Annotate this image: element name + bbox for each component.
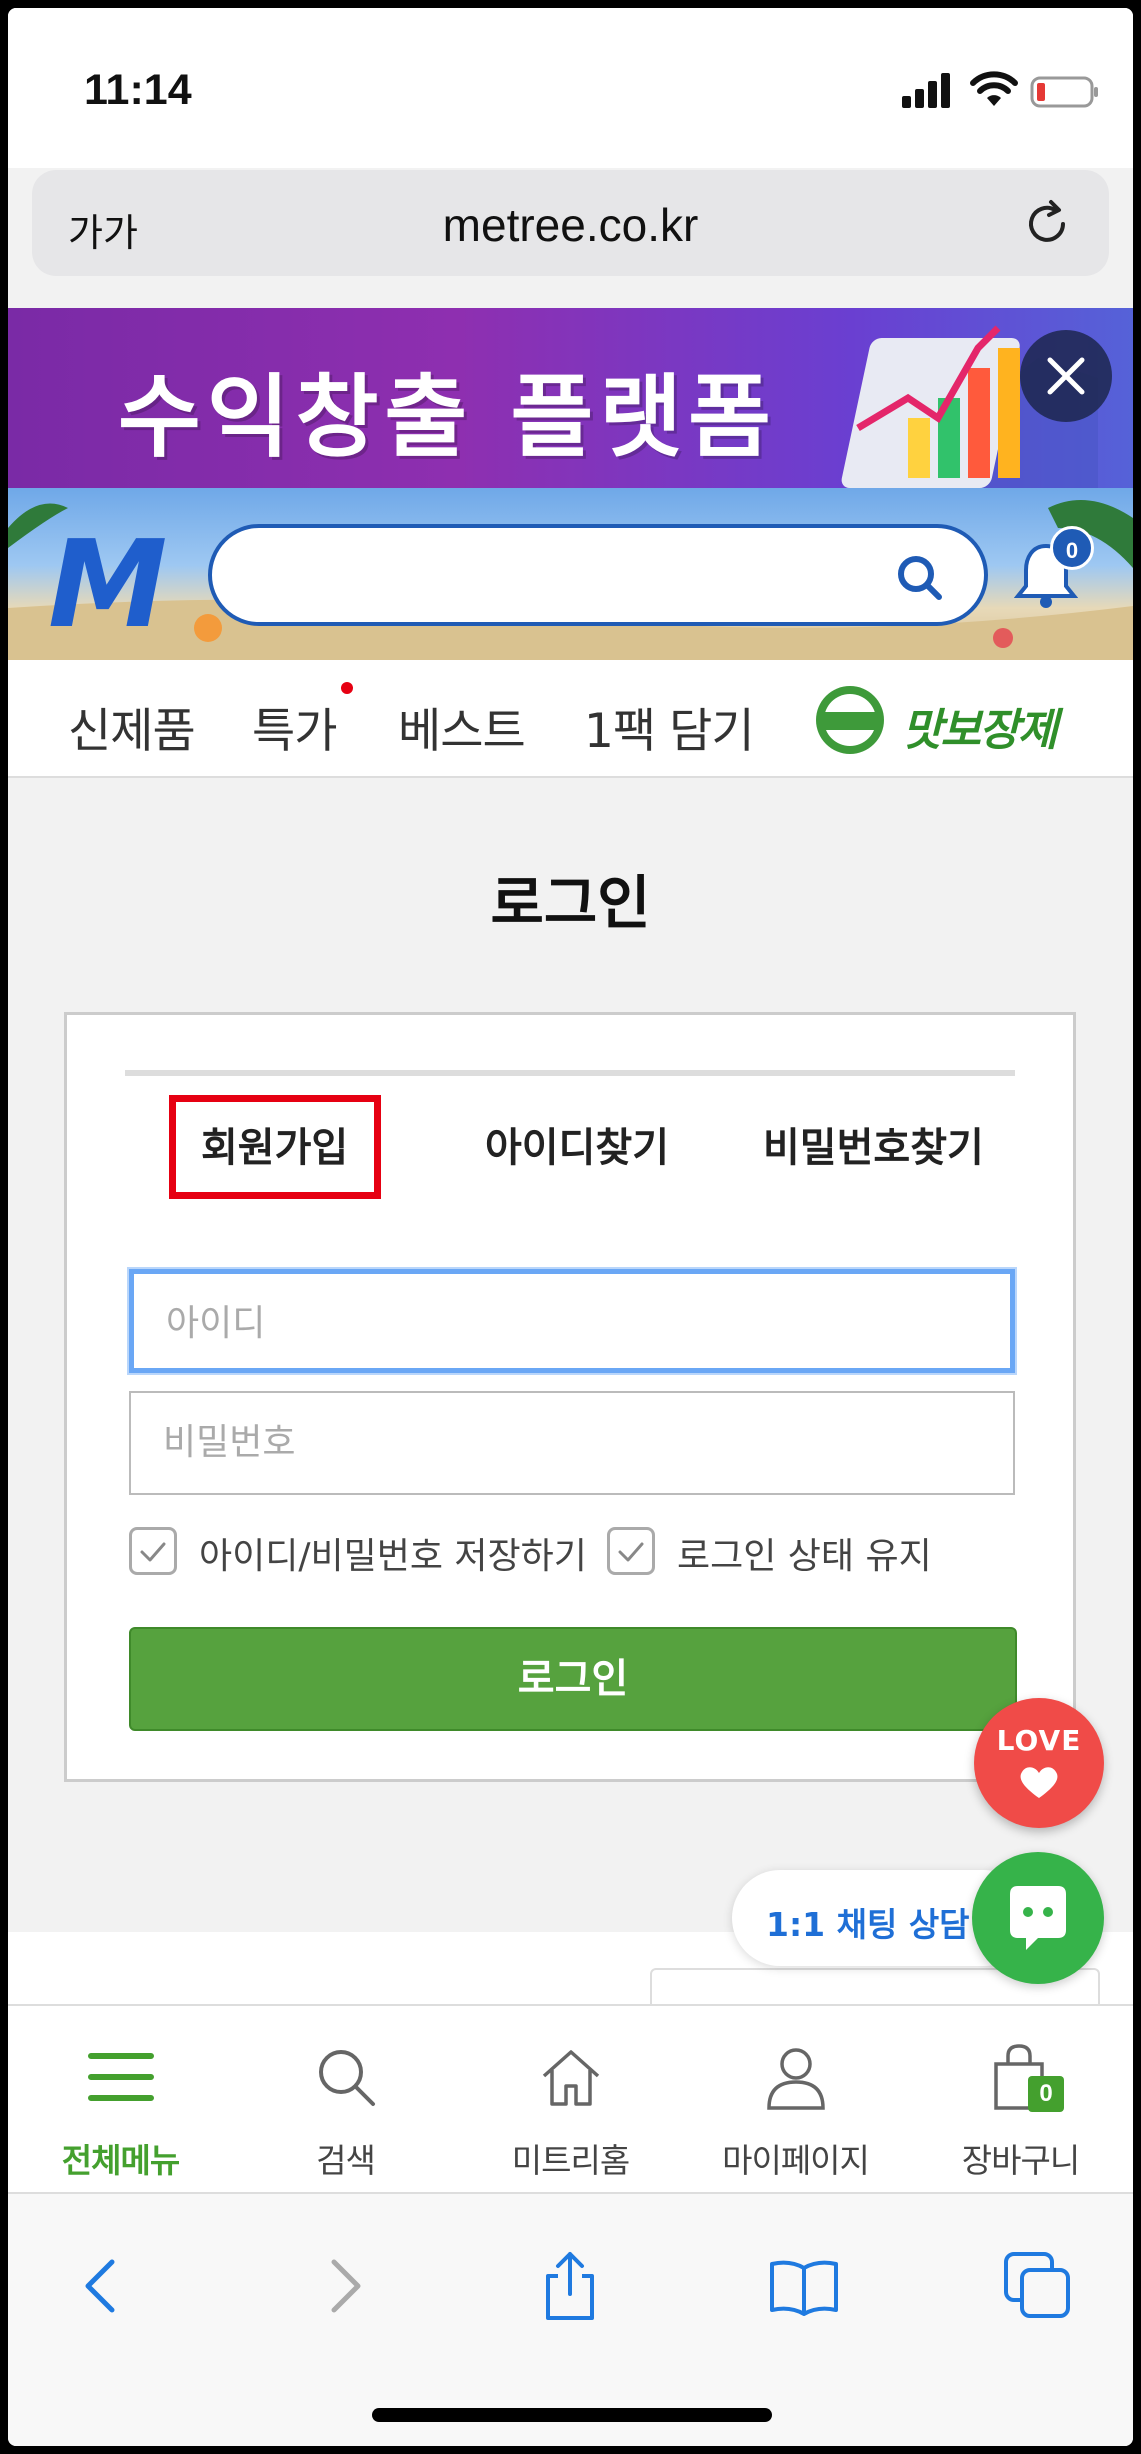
find-id-link[interactable]: 아이디찾기 — [485, 1115, 669, 1173]
bookmarks-icon[interactable] — [766, 2248, 842, 2324]
hamburger-menu-icon — [88, 2053, 154, 2101]
nav-item-one-pack[interactable]: 1팩 담기 — [584, 692, 755, 761]
login-card: 회원가입 아이디찾기 비밀번호찾기 아이디 비밀번호 아이디/비밀번호 저장하기… — [64, 1012, 1076, 1782]
share-icon[interactable] — [532, 2248, 608, 2324]
url-text[interactable]: metree.co.kr — [32, 198, 1109, 252]
site-logo[interactable]: M — [48, 516, 167, 655]
user-icon — [767, 2048, 825, 2110]
taste-guarantee-link[interactable]: 맛보장제 — [810, 682, 1080, 758]
tab-label: 마이페이지 — [722, 2141, 870, 2180]
keep-logged-in-checkbox[interactable] — [607, 1527, 655, 1575]
password-input[interactable]: 비밀번호 — [129, 1391, 1015, 1495]
tabs-icon[interactable] — [1000, 2248, 1076, 2324]
love-button[interactable]: LOVE — [974, 1698, 1104, 1828]
search-icon — [319, 2050, 375, 2106]
close-banner-button[interactable] — [1020, 330, 1112, 422]
tab-home[interactable]: 미트리홈 — [458, 2006, 683, 2194]
close-icon — [1047, 357, 1085, 395]
forward-icon[interactable] — [304, 2248, 380, 2324]
wifi-icon — [970, 71, 1018, 106]
clock: 11:14 — [84, 66, 192, 114]
address-bar[interactable]: 가가 metree.co.kr — [32, 170, 1109, 276]
promo-headline: 수익창출 플랫폼 — [118, 365, 777, 470]
tab-label: 미트리홈 — [511, 2141, 630, 2180]
new-dot-indicator — [341, 682, 353, 694]
heart-icon — [1020, 1767, 1058, 1798]
keep-logged-in-label[interactable]: 로그인 상태 유지 — [677, 1527, 932, 1579]
page-title: 로그인 — [490, 869, 651, 937]
category-nav: 신제품 특가 베스트 1팩 담기 맛보장제 — [8, 660, 1133, 778]
taste-guarantee-label: 맛보장제 — [902, 705, 1058, 756]
cellular-signal-icon — [902, 73, 950, 108]
tab-search[interactable]: 검색 — [233, 2006, 458, 2194]
id-input[interactable]: 아이디 — [129, 1269, 1015, 1373]
nav-item-new[interactable]: 신제품 — [68, 692, 196, 761]
save-credentials-checkbox[interactable] — [129, 1527, 177, 1575]
nav-item-sale[interactable]: 특가 — [252, 692, 337, 761]
checkmark-icon — [618, 1542, 644, 1562]
taste-guarantee-badge — [816, 686, 884, 754]
find-password-link[interactable]: 비밀번호찾기 — [763, 1115, 984, 1173]
tab-label: 검색 — [316, 2141, 376, 2180]
back-icon[interactable] — [66, 2248, 142, 2324]
browser-toolbar — [8, 2192, 1133, 2446]
tab-label: 장바구니 — [961, 2141, 1080, 2180]
phone-screen: 11:14 가가 metree.co.kr 수익창출 플랫폼 M 0 신제품 특… — [8, 8, 1133, 2446]
promo-banner[interactable]: 수익창출 플랫폼 — [8, 308, 1133, 488]
site-header: M 0 — [8, 488, 1133, 660]
tab-my-page[interactable]: 마이페이지 — [683, 2006, 908, 2194]
battery-icon — [1030, 76, 1098, 108]
tab-all-menu[interactable]: 전체메뉴 — [8, 2006, 233, 2194]
notification-badge: 0 — [1050, 526, 1094, 570]
cart-count-badge: 0 — [1028, 2076, 1064, 2112]
nav-item-best[interactable]: 베스트 — [398, 692, 526, 761]
status-bar: 11:14 — [8, 8, 1133, 168]
chat-bubble-icon — [1010, 1886, 1066, 1950]
search-icon[interactable] — [894, 552, 944, 602]
signup-link[interactable]: 회원가입 — [201, 1115, 348, 1173]
tab-cart[interactable]: 0 장바구니 — [908, 2006, 1133, 2194]
site-tab-bar: 전체메뉴 검색 미트리홈 마이페이지 0 장바구니 — [8, 2004, 1133, 2192]
divider — [125, 1070, 1015, 1076]
chat-button[interactable] — [972, 1852, 1104, 1984]
tab-label: 전체메뉴 — [61, 2141, 180, 2180]
search-input[interactable] — [208, 524, 988, 626]
love-label: LOVE — [996, 1724, 1082, 1757]
checkmark-icon — [140, 1542, 166, 1562]
save-credentials-label[interactable]: 아이디/비밀번호 저장하기 — [199, 1527, 587, 1579]
reload-icon[interactable] — [1021, 198, 1073, 250]
home-indicator — [372, 2408, 772, 2422]
home-icon — [542, 2050, 600, 2106]
login-button[interactable]: 로그인 — [129, 1627, 1017, 1731]
chat-consult-label: 1:1 채팅 상담 — [766, 1905, 970, 1944]
